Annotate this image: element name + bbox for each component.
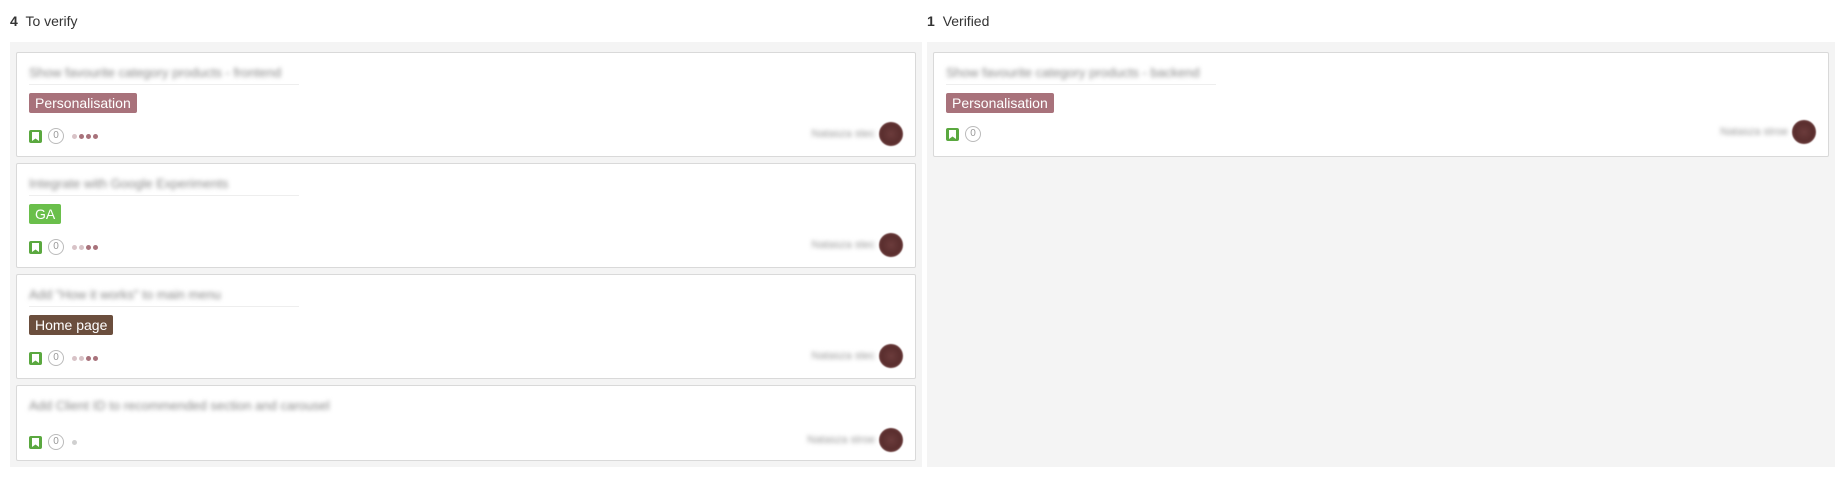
card-tag[interactable]: Home page	[29, 315, 114, 335]
task-card[interactable]: Show favourite category products - backe…	[933, 52, 1829, 157]
column-title: To verify	[25, 13, 78, 29]
column-count: 1	[927, 13, 935, 29]
avatar[interactable]	[879, 233, 903, 257]
avatar[interactable]	[879, 428, 903, 452]
priority-dots-icon	[72, 244, 98, 250]
bookmark-icon[interactable]	[29, 351, 42, 365]
comment-icon[interactable]: 0	[48, 128, 64, 144]
card-footer: 0 Natasza stec	[29, 344, 903, 368]
task-card[interactable]: Add "How it works" to main menu Home pag…	[16, 274, 916, 379]
card-title[interactable]: Add Client ID to recommended section and…	[29, 386, 903, 413]
assignee-name: Natasza stroe	[807, 434, 875, 446]
card-tag[interactable]: Personalisation	[29, 93, 137, 113]
title-underline	[946, 84, 1216, 85]
column-count: 4	[10, 13, 18, 29]
comment-icon[interactable]: 0	[965, 126, 981, 142]
priority-dots-icon	[72, 439, 77, 445]
assignee-name: Natasza stec	[811, 350, 875, 362]
bookmark-icon[interactable]	[29, 129, 42, 143]
assignee-name: Natasza stec	[811, 239, 875, 251]
avatar[interactable]	[1792, 120, 1816, 144]
card-tag[interactable]: GA	[29, 204, 62, 224]
bookmark-icon[interactable]	[29, 435, 42, 449]
column-to-verify: 4 To verify Show favourite category prod…	[10, 0, 922, 467]
card-tag[interactable]: Personalisation	[946, 93, 1054, 113]
card-footer: 0 Natasza stec	[29, 233, 903, 257]
title-underline	[29, 306, 299, 307]
card-title[interactable]: Show favourite category products - backe…	[946, 53, 1816, 80]
column-verified: 1 Verified Show favourite category produ…	[927, 0, 1835, 467]
title-underline	[29, 195, 299, 196]
task-card[interactable]: Integrate with Google Experiments GA 0 N…	[16, 163, 916, 268]
assignee-name: Natasza stec	[811, 128, 875, 140]
card-footer: 0 Natasza stroe	[29, 428, 903, 452]
column-header: 4 To verify	[10, 0, 922, 42]
priority-dots-icon	[72, 133, 98, 139]
card-title[interactable]: Add "How it works" to main menu	[29, 275, 903, 302]
card-footer: 0 Natasza stroe	[946, 120, 1816, 144]
card-title[interactable]: Integrate with Google Experiments	[29, 164, 903, 191]
card-footer: 0 Natasza stec	[29, 122, 903, 146]
avatar[interactable]	[879, 344, 903, 368]
column-body: Show favourite category products - front…	[10, 42, 922, 467]
column-title: Verified	[942, 13, 990, 29]
avatar[interactable]	[879, 122, 903, 146]
priority-dots-icon	[72, 355, 98, 361]
comment-icon[interactable]: 0	[48, 239, 64, 255]
task-card[interactable]: Add Client ID to recommended section and…	[16, 385, 916, 461]
kanban-board: 4 To verify Show favourite category prod…	[0, 0, 1840, 477]
bookmark-icon[interactable]	[946, 127, 959, 141]
bookmark-icon[interactable]	[29, 240, 42, 254]
assignee-name: Natasza stroe	[1720, 126, 1788, 138]
comment-icon[interactable]: 0	[48, 350, 64, 366]
column-body: Show favourite category products - backe…	[927, 42, 1835, 467]
column-header: 1 Verified	[927, 0, 1835, 42]
card-title[interactable]: Show favourite category products - front…	[29, 53, 903, 80]
task-card[interactable]: Show favourite category products - front…	[16, 52, 916, 157]
title-underline	[29, 84, 299, 85]
comment-icon[interactable]: 0	[48, 434, 64, 450]
